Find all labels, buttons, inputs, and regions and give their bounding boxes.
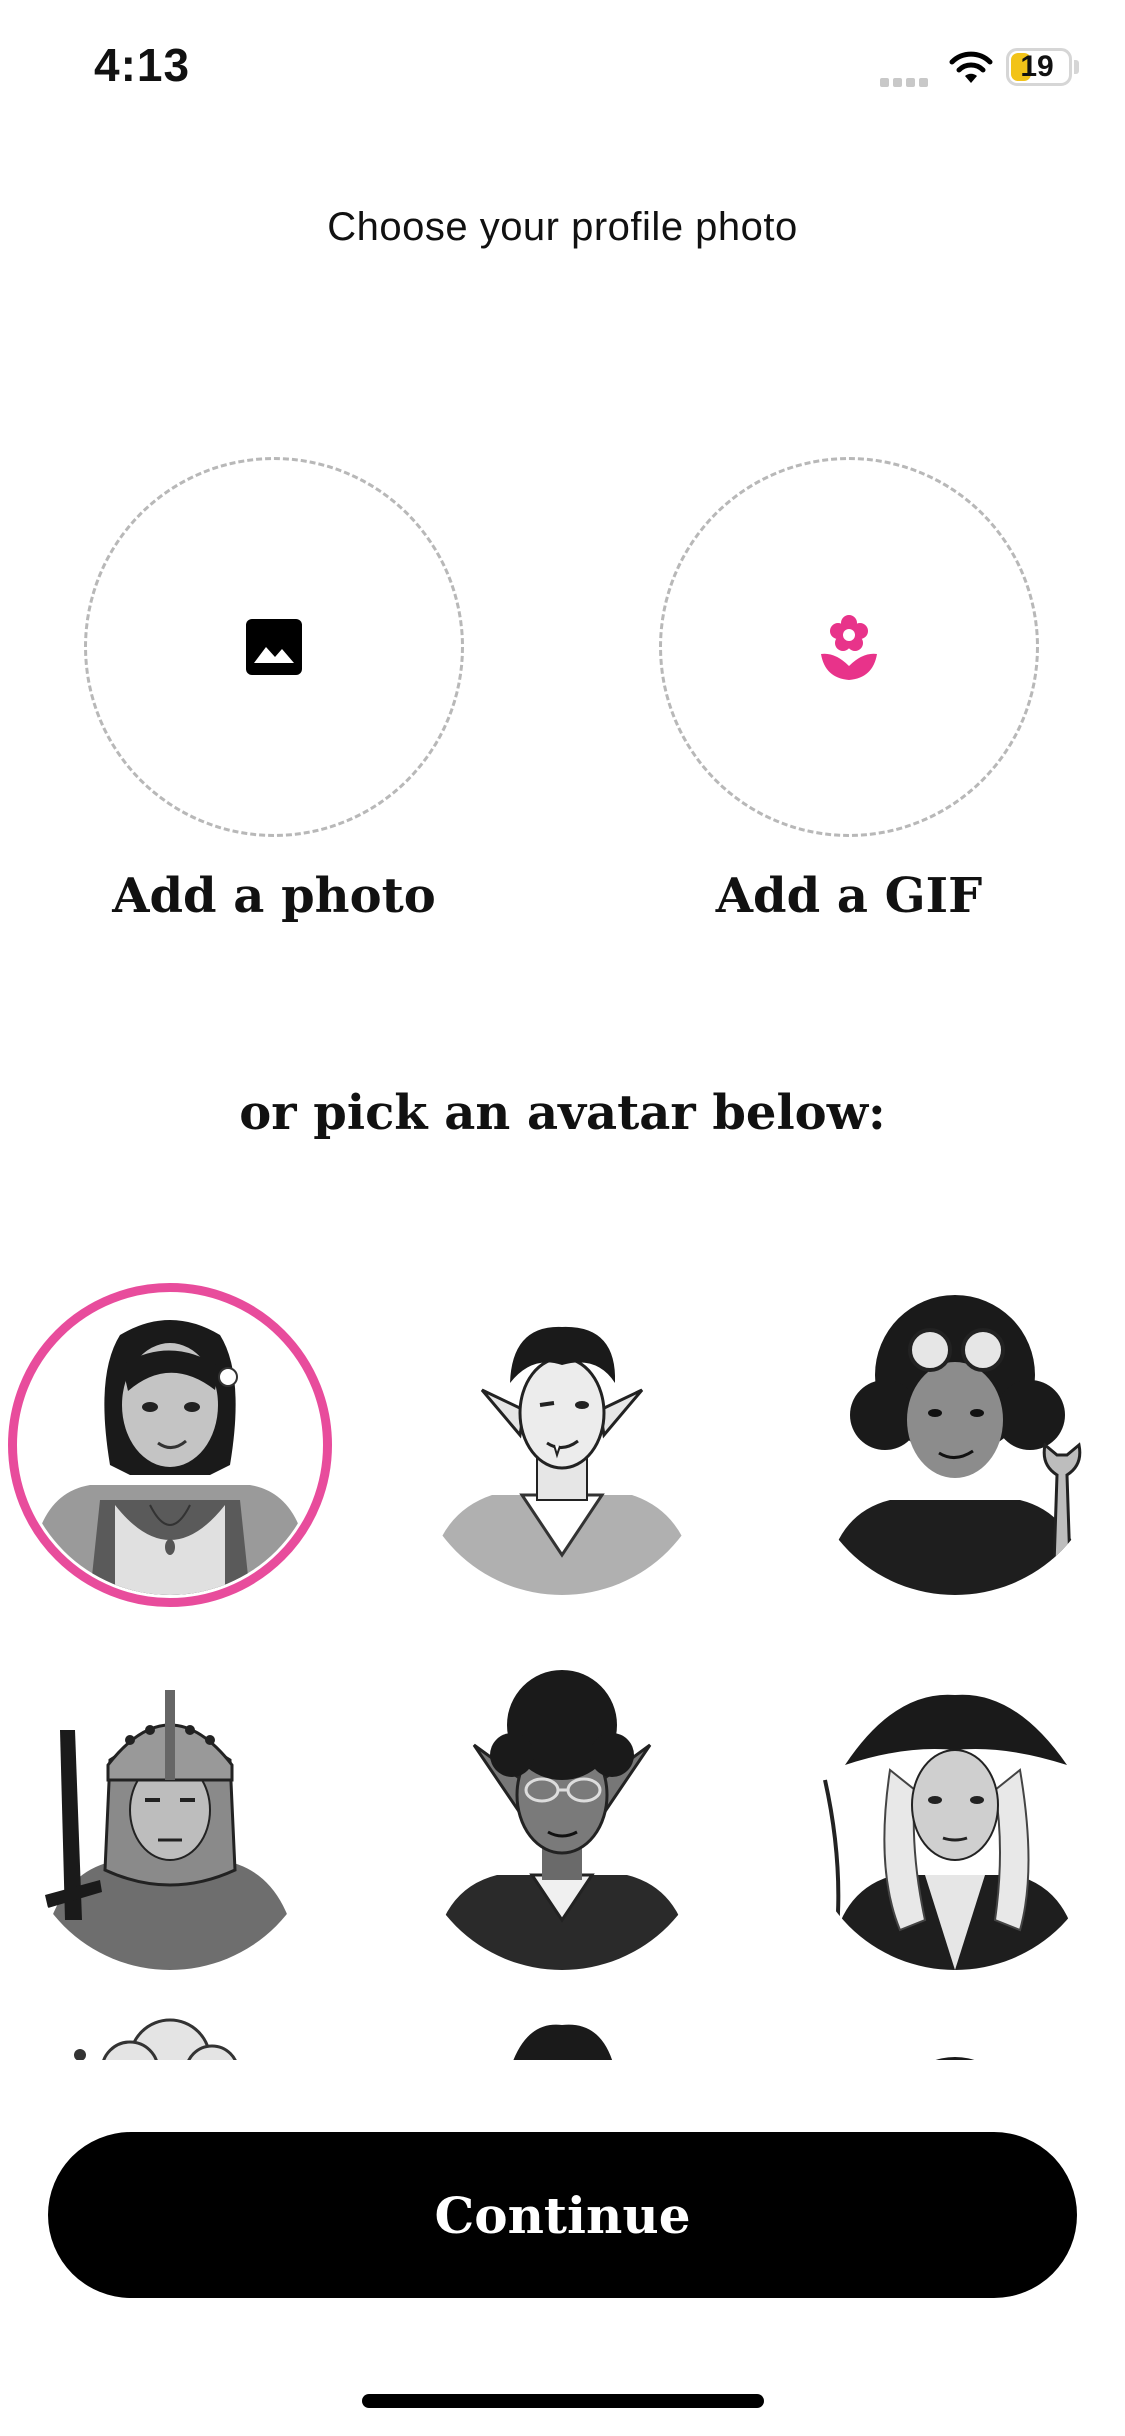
home-indicator[interactable] (362, 2394, 764, 2408)
avatar-section-heading: or pick an avatar below: (239, 1085, 886, 1141)
add-photo-label[interactable]: Add a photo (64, 868, 484, 924)
avatar-partial-8[interactable] (412, 2000, 712, 2060)
avatar-partial-9-art (805, 2000, 1105, 2060)
wifi-icon (949, 51, 993, 83)
avatar-elf-fangs[interactable] (412, 1295, 712, 1595)
avatar-goggles-wrench-art (805, 1295, 1105, 1595)
avatar-partial-9[interactable] (805, 2000, 1105, 2060)
avatar-elf-fangs-art (412, 1295, 712, 1595)
avatar-knight-helmet-art (20, 1670, 320, 1970)
avatar-pirate-hat[interactable] (805, 1670, 1105, 1970)
avatar-partial-8-art (412, 2000, 712, 2060)
avatar-partial-7[interactable] (20, 2000, 320, 2060)
flower-icon (821, 615, 877, 680)
image-icon (246, 619, 302, 675)
battery-cap (1074, 60, 1079, 74)
avatar-goggles-wrench[interactable] (805, 1295, 1105, 1595)
status-time: 4:13 (94, 39, 191, 91)
avatar-knight-helmet[interactable] (20, 1670, 320, 1970)
avatar-girl-flower-art (20, 1295, 320, 1595)
add-gif-button[interactable] (659, 457, 1039, 837)
avatar-partial-7-art (20, 2000, 320, 2060)
cellular-signal-icon (880, 74, 932, 92)
add-photo-button[interactable] (84, 457, 464, 837)
battery-icon: 19 (1006, 48, 1072, 86)
status-bar: 4:13 19 (0, 0, 1125, 140)
page-title: Choose your profile photo (327, 205, 798, 249)
avatar-pirate-hat-art (805, 1670, 1105, 1970)
add-gif-label[interactable]: Add a GIF (639, 868, 1059, 924)
avatar-grid[interactable] (0, 1280, 1125, 2060)
avatar-elf-glasses[interactable] (412, 1670, 712, 1970)
avatar-elf-glasses-art (412, 1670, 712, 1970)
continue-button[interactable]: Continue (48, 2132, 1077, 2298)
avatar-girl-flower[interactable] (20, 1295, 320, 1595)
battery-level: 19 (1020, 50, 1054, 83)
